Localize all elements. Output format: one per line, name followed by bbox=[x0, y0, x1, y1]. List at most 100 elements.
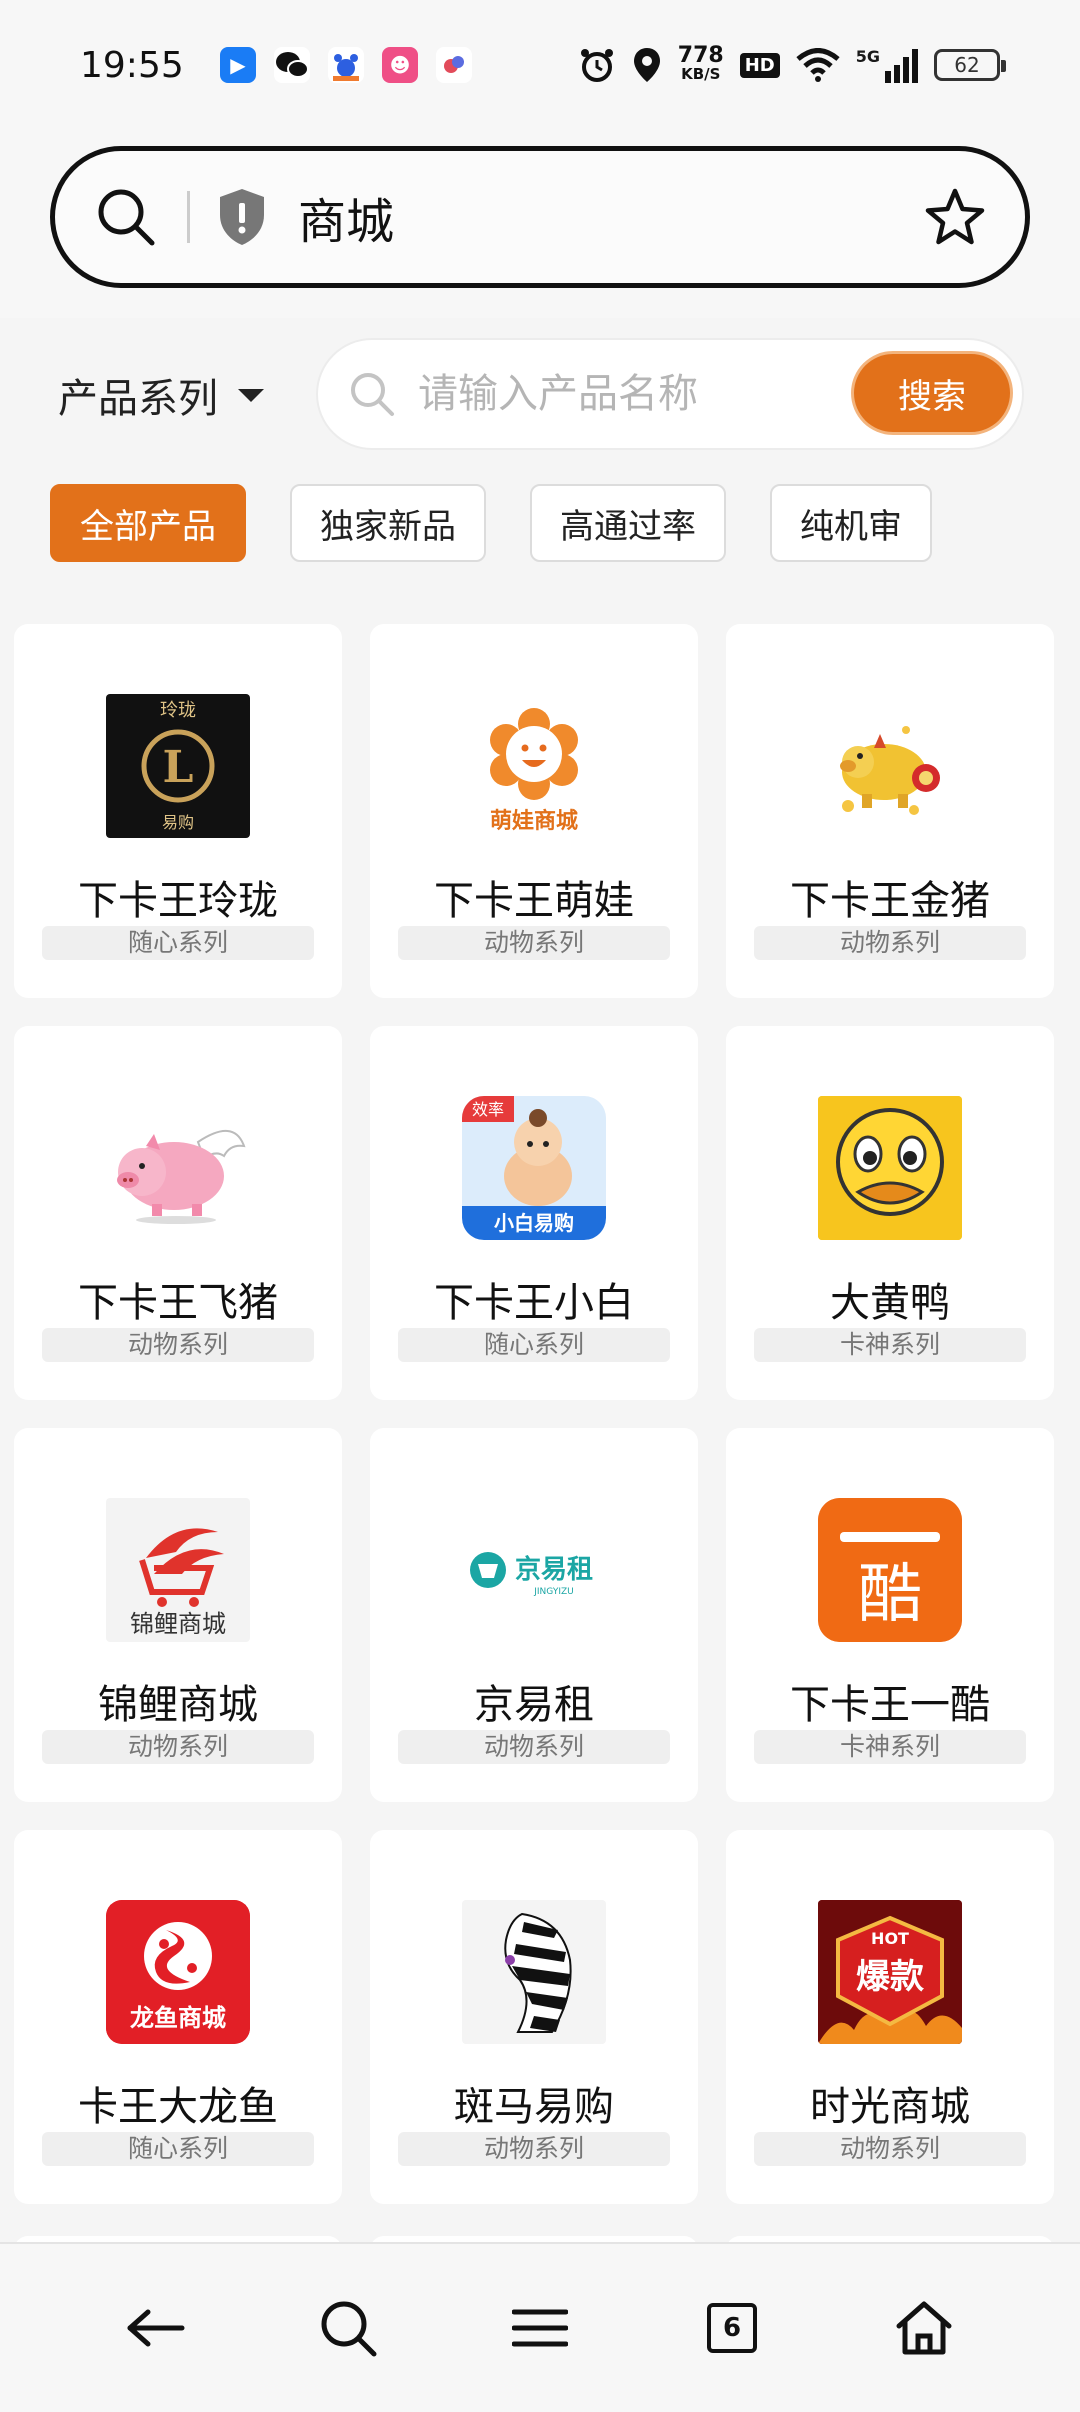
product-name: 下卡王金猪 bbox=[790, 878, 990, 924]
category-tabs: 全部产品 独家新品 高通过率 纯机审 bbox=[50, 484, 932, 562]
app-small-icon bbox=[436, 47, 472, 83]
product-card[interactable]: 大黄鸭 卡神系列 bbox=[726, 1026, 1054, 1400]
home-button[interactable] bbox=[879, 2283, 969, 2373]
alarm-icon bbox=[580, 49, 613, 82]
product-name: 下卡王玲珑 bbox=[78, 878, 278, 924]
svg-text:酷: 酷 bbox=[858, 1558, 922, 1632]
svg-text:京易租: 京易租 bbox=[515, 1554, 593, 1585]
wechat-icon bbox=[274, 47, 310, 83]
tab-all-products[interactable]: 全部产品 bbox=[50, 484, 246, 562]
status-time: 19:55 bbox=[80, 44, 184, 86]
product-grid: L 玲珑易购 下卡王玲珑 随心系列 萌娃商城 下卡王萌娃 动物系列 下卡王金猪 动… bbox=[14, 624, 1074, 2204]
search-nav-button[interactable] bbox=[303, 2283, 393, 2373]
svg-text:玲珑: 玲珑 bbox=[160, 700, 196, 721]
menu-button[interactable] bbox=[495, 2283, 585, 2373]
product-series-tag: 动物系列 bbox=[42, 1328, 314, 1362]
location-icon bbox=[633, 48, 660, 82]
product-card[interactable]: 酷 下卡王一酷 卡神系列 bbox=[726, 1428, 1054, 1802]
longyu-logo: 龙鱼商城 bbox=[106, 1900, 250, 2044]
back-button[interactable] bbox=[111, 2283, 201, 2373]
hot-deal-logo: HOT 爆款 bbox=[818, 1900, 962, 2044]
product-series-tag: 动物系列 bbox=[398, 926, 670, 960]
back-arrow-icon bbox=[127, 2309, 185, 2347]
notification-icons: ▶ ☻ bbox=[220, 47, 472, 83]
product-name: 下卡王飞猪 bbox=[78, 1280, 278, 1326]
zebra-logo bbox=[462, 1900, 606, 2044]
product-card[interactable]: 京易租 JINGYIZU 京易租 动物系列 bbox=[370, 1428, 698, 1802]
product-series-tag: 卡神系列 bbox=[754, 1328, 1026, 1362]
product-series-tag: 随心系列 bbox=[42, 2132, 314, 2166]
product-series-tag: 动物系列 bbox=[398, 1730, 670, 1764]
flying-pig-logo bbox=[106, 1096, 250, 1240]
game-app-icon: ☻ bbox=[382, 47, 418, 83]
product-name: 下卡王小白 bbox=[434, 1280, 634, 1326]
address-divider bbox=[187, 191, 190, 243]
hd-badge: HD bbox=[739, 52, 780, 78]
tab-count-badge: 6 bbox=[707, 2303, 757, 2353]
linglong-logo: L 玲珑易购 bbox=[106, 694, 250, 838]
home-icon bbox=[896, 2301, 952, 2355]
product-series-tag: 卡神系列 bbox=[754, 1730, 1026, 1764]
status-right: 778 KB/S HD 5G 62 bbox=[578, 43, 1006, 84]
search-icon bbox=[321, 2301, 377, 2357]
svg-text:萌娃商城: 萌娃商城 bbox=[490, 808, 578, 834]
search-icon[interactable] bbox=[95, 186, 157, 248]
signal-icon: 5G bbox=[856, 47, 918, 83]
svg-text:效率: 效率 bbox=[472, 1100, 504, 1119]
status-bar: 19:55 ▶ ☻ 778 KB/S HD 5G 62 bbox=[0, 0, 1080, 130]
series-dropdown-label: 产品系列 bbox=[58, 376, 218, 422]
product-name: 卡王大龙鱼 bbox=[78, 2084, 278, 2130]
wifi-icon bbox=[796, 48, 840, 82]
baidu-icon bbox=[328, 47, 364, 83]
url-text[interactable]: 商城 bbox=[298, 182, 394, 252]
xiaobai-logo: 效率小白易购 bbox=[462, 1096, 606, 1240]
product-name: 锦鲤商城 bbox=[98, 1682, 258, 1728]
product-series-tag: 动物系列 bbox=[754, 2132, 1026, 2166]
svg-text:易购: 易购 bbox=[162, 813, 194, 832]
product-name: 下卡王一酷 bbox=[790, 1682, 990, 1728]
product-card[interactable]: 锦鲤商城 锦鲤商城 动物系列 bbox=[14, 1428, 342, 1802]
tab-high-pass-rate[interactable]: 高通过率 bbox=[530, 484, 726, 562]
svg-text:爆款: 爆款 bbox=[856, 1957, 924, 1997]
product-card[interactable]: HOT 爆款 时光商城 动物系列 bbox=[726, 1830, 1054, 2204]
tab-exclusive-new[interactable]: 独家新品 bbox=[290, 484, 486, 562]
app-notification-icon: ▶ bbox=[220, 47, 256, 83]
product-card[interactable]: 萌娃商城 下卡王萌娃 动物系列 bbox=[370, 624, 698, 998]
product-card[interactable]: 效率 小白易购 下卡王小白 随心系列 bbox=[370, 1026, 698, 1400]
product-name: 下卡王萌娃 bbox=[434, 878, 634, 924]
product-search-input[interactable] bbox=[418, 371, 818, 417]
product-card[interactable]: 龙鱼商城 卡王大龙鱼 随心系列 bbox=[14, 1830, 342, 2204]
svg-text:L: L bbox=[163, 742, 194, 793]
filter-row: 产品系列 搜索 bbox=[0, 340, 1080, 450]
svg-text:锦鲤商城: 锦鲤商城 bbox=[130, 1610, 226, 1638]
product-series-tag: 动物系列 bbox=[398, 2132, 670, 2166]
tab-machine-review[interactable]: 纯机审 bbox=[770, 484, 932, 562]
product-series-tag: 随心系列 bbox=[42, 926, 314, 960]
address-bar[interactable]: 商城 bbox=[50, 146, 1030, 288]
shield-warning-icon[interactable] bbox=[216, 187, 268, 247]
network-speed: 778 KB/S bbox=[677, 43, 724, 84]
series-dropdown[interactable]: 产品系列 bbox=[58, 366, 264, 424]
battery-indicator: 62 bbox=[934, 49, 1006, 81]
yellow-duck-logo bbox=[818, 1096, 962, 1240]
product-card[interactable]: 下卡王金猪 动物系列 bbox=[726, 624, 1054, 998]
product-card[interactable]: L 玲珑易购 下卡王玲珑 随心系列 bbox=[14, 624, 342, 998]
jingyizu-logo: 京易租 JINGYIZU bbox=[462, 1498, 606, 1642]
bookmark-star-icon[interactable] bbox=[925, 188, 985, 246]
caret-down-icon bbox=[238, 388, 264, 402]
product-name: 京易租 bbox=[474, 1682, 594, 1728]
web-content: 产品系列 搜索 全部产品 独家新品 高通过率 纯机审 L 玲珑易购 下卡王玲珑 随… bbox=[0, 318, 1080, 2242]
jinli-logo: 锦鲤商城 bbox=[106, 1498, 250, 1642]
tabs-button[interactable]: 6 bbox=[687, 2283, 777, 2373]
product-series-tag: 动物系列 bbox=[754, 926, 1026, 960]
product-search-box: 搜索 bbox=[318, 340, 1022, 448]
mengwa-logo: 萌娃商城 bbox=[462, 694, 606, 838]
svg-text:小白易购: 小白易购 bbox=[494, 1211, 574, 1235]
svg-text:JINGYIZU: JINGYIZU bbox=[533, 1587, 573, 1597]
yiku-logo: 酷 bbox=[818, 1498, 962, 1642]
search-button[interactable]: 搜索 bbox=[854, 354, 1010, 432]
svg-text:龙鱼商城: 龙鱼商城 bbox=[130, 2004, 226, 2032]
product-card[interactable]: 下卡王飞猪 动物系列 bbox=[14, 1026, 342, 1400]
product-card[interactable]: 斑马易购 动物系列 bbox=[370, 1830, 698, 2204]
product-series-tag: 动物系列 bbox=[42, 1730, 314, 1764]
